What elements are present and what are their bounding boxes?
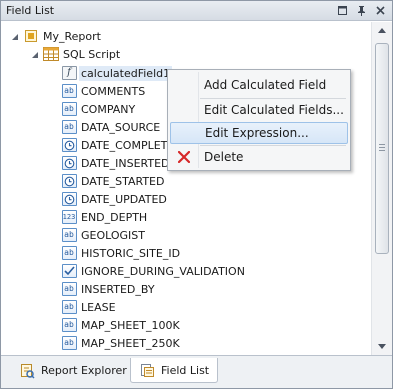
number-field-icon: 123: [61, 209, 77, 225]
field-row[interactable]: ab LEASE: [61, 298, 116, 316]
close-icon[interactable]: [373, 3, 388, 18]
field-label: DATE_UPDATED: [81, 192, 167, 206]
collapse-toggle-icon[interactable]: [31, 49, 41, 59]
menu-item-edit-calculated-fields[interactable]: Edit Calculated Fields...: [170, 99, 348, 121]
date-field-icon: [61, 191, 77, 207]
field-row[interactable]: f calculatedField1: [61, 64, 173, 82]
field-row[interactable]: ab COMPANY: [61, 100, 135, 118]
field-label: IGNORE_DURING_VALIDATION: [81, 264, 245, 278]
field-row[interactable]: DATE_STARTED: [61, 172, 164, 190]
table-icon: [43, 46, 59, 62]
field-list-icon: [139, 362, 155, 378]
tree-node-report[interactable]: My_Report: [23, 27, 101, 45]
tab-label: Field List: [161, 363, 210, 377]
field-label: COMMENTS: [81, 84, 146, 98]
field-label: DATE_STARTED: [81, 174, 165, 188]
tab-report-explorer[interactable]: Report Explorer: [11, 358, 135, 383]
delete-icon: [170, 146, 198, 168]
context-menu: Add Calculated Field Edit Calculated Fie…: [167, 69, 351, 171]
tab-field-list[interactable]: Field List: [130, 358, 219, 383]
field-row[interactable]: ab MAP_SHEET_250K: [61, 334, 180, 352]
string-field-icon: ab: [61, 335, 77, 351]
menu-item-add-calculated-field[interactable]: Add Calculated Field: [170, 74, 348, 96]
scroll-down-icon[interactable]: [372, 338, 392, 355]
menu-item-delete[interactable]: Delete: [170, 146, 348, 168]
date-field-icon: [61, 173, 77, 189]
field-row[interactable]: DATE_UPDATED: [61, 190, 167, 208]
field-label: INSERTED_BY: [81, 282, 155, 296]
panel-title: Field List: [6, 4, 55, 17]
string-field-icon: ab: [61, 317, 77, 333]
menu-item-label: Add Calculated Field: [204, 78, 327, 92]
field-label: LEASE: [81, 300, 116, 314]
menu-item-edit-expression[interactable]: Edit Expression...: [170, 122, 348, 144]
date-field-icon: [61, 155, 77, 171]
field-label: MAP_SHEET_250K: [81, 336, 180, 350]
string-field-icon: ab: [61, 299, 77, 315]
date-field-icon: [61, 137, 77, 153]
menu-item-label: Delete: [204, 150, 244, 164]
string-field-icon: ab: [61, 83, 77, 99]
collapse-toggle-icon[interactable]: [11, 31, 21, 41]
field-label: GEOLOGIST: [81, 228, 145, 242]
field-row[interactable]: ab GEOLOGIST: [61, 226, 145, 244]
field-row[interactable]: ab MAP_SHEET_100K: [61, 316, 180, 334]
maximize-icon[interactable]: [335, 3, 350, 18]
menu-item-label: Edit Calculated Fields...: [204, 103, 344, 117]
pin-icon[interactable]: [354, 3, 369, 18]
field-label: calculatedField1: [79, 65, 173, 81]
field-row[interactable]: IGNORE_DURING_VALIDATION: [61, 262, 245, 280]
menu-item-label: Edit Expression...: [205, 126, 309, 140]
report-icon: [23, 28, 39, 44]
tree-node-datasource[interactable]: SQL Script: [43, 45, 120, 63]
string-field-icon: ab: [61, 245, 77, 261]
field-row[interactable]: ab HISTORIC_SITE_ID: [61, 244, 180, 262]
field-row[interactable]: ab DATA_SOURCE: [61, 118, 160, 136]
field-list-panel: Field List My_Report SQL Script f calcul…: [0, 0, 393, 389]
string-field-icon: ab: [61, 119, 77, 135]
report-explorer-icon: [19, 363, 35, 379]
field-row[interactable]: DATE_INSERTED: [61, 154, 170, 172]
field-label: DATA_SOURCE: [81, 120, 161, 134]
scroll-up-icon[interactable]: [372, 22, 392, 39]
field-label: MAP_SHEET_100K: [81, 318, 180, 332]
scrollbar-thumb[interactable]: [375, 43, 389, 254]
tab-label: Report Explorer: [41, 364, 127, 377]
field-label: HISTORIC_SITE_ID: [81, 246, 181, 260]
tree-node-label: SQL Script: [63, 47, 121, 61]
field-label: END_DEPTH: [81, 210, 148, 224]
string-field-icon: ab: [61, 101, 77, 117]
string-field-icon: ab: [61, 281, 77, 297]
field-label: DATE_INSERTED: [81, 156, 170, 170]
panel-titlebar: Field List: [1, 1, 392, 21]
field-label: COMPANY: [81, 102, 136, 116]
tree-node-label: My_Report: [43, 29, 101, 43]
vertical-scrollbar[interactable]: [371, 22, 392, 355]
panel-tab-strip: Report Explorer Field List: [1, 355, 392, 388]
boolean-field-icon: [61, 263, 77, 279]
fx-icon: f: [61, 65, 77, 81]
field-row[interactable]: ab COMMENTS: [61, 82, 145, 100]
field-row[interactable]: ab INSERTED_BY: [61, 280, 155, 298]
field-row[interactable]: DATE_COMPLETED: [61, 136, 183, 154]
field-row[interactable]: 123 END_DEPTH: [61, 208, 147, 226]
string-field-icon: ab: [61, 227, 77, 243]
